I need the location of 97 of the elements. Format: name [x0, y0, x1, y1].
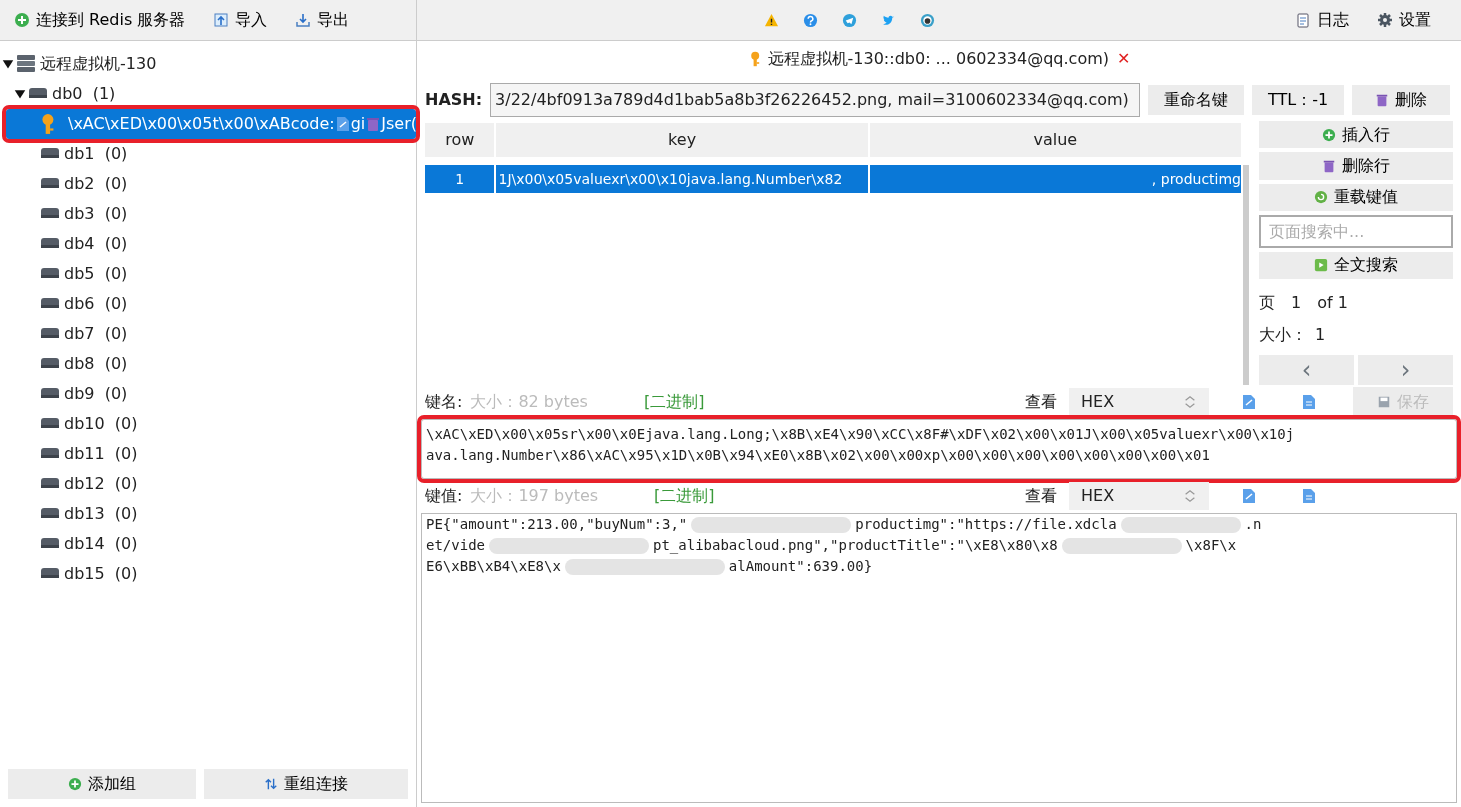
- table-cell: 1J\x00\x05valuexr\x00\x10java.lang.Number\x82: [496, 165, 870, 193]
- key-name-field[interactable]: 3/22/4bf0913a789d4d1bab5a8b3f26226452.png, mail=3100602334@qq.com): [490, 83, 1141, 117]
- code-line: ava.lang.Number\x86\xAC\x95\x1D\x0B\x94\xE0\x8B\x02\x00\x00xp\x00\x00\x00\x00\x00\x00\x00\x01: [426, 446, 1211, 465]
- link-file-icon: [1241, 487, 1257, 505]
- document-icon: [1301, 487, 1317, 505]
- link-file-icon: [1241, 393, 1257, 411]
- export-icon: [295, 12, 312, 28]
- add-icon: [14, 12, 30, 28]
- close-icon[interactable]: ✕: [1117, 47, 1131, 71]
- swap-arrows-icon: [264, 777, 278, 791]
- scrollbar[interactable]: [1243, 165, 1249, 385]
- size-value: 1: [1315, 324, 1326, 346]
- full-text-search-button[interactable]: 全文搜索: [1259, 251, 1453, 279]
- document-icon: [1301, 393, 1317, 411]
- key-type-label: HASH:: [425, 89, 483, 111]
- code-fragment: et/vide: [426, 536, 485, 555]
- value-editor[interactable]: PE{"amount":213.00,"buyNum":3," productimg":"https://file.xdcla .n et/vide pt_alibabacloud.png","productTitle":"\xE8\x80\x8 \x8F\x E6\xBB\xB4\xE8\x alAmount":639.00}: [421, 513, 1457, 803]
- trash-icon: [1322, 158, 1336, 173]
- connection-name[interactable]: 远程虚拟机-130: [40, 52, 157, 76]
- database-name[interactable]: db11 (0): [64, 442, 138, 466]
- database-name[interactable]: db3 (0): [64, 202, 128, 226]
- settings-button[interactable]: 设置: [1363, 8, 1445, 32]
- database-name[interactable]: db6 (0): [64, 292, 128, 316]
- spin-arrows-icon: [1183, 488, 1197, 504]
- add-icon: [1322, 127, 1336, 142]
- clipboard-icon: [1295, 12, 1311, 28]
- expand-arrow-icon[interactable]: [14, 88, 26, 100]
- format-dropdown[interactable]: HEX: [1069, 482, 1209, 510]
- database-name[interactable]: db7 (0): [64, 322, 128, 346]
- add-group-button[interactable]: 添加组: [8, 769, 196, 799]
- size-label: 大小：: [1259, 324, 1307, 346]
- view-label: 查看: [1025, 391, 1057, 413]
- search-field[interactable]: 页面搜索中...: [1259, 214, 1453, 248]
- delete-row-button[interactable]: 删除行: [1259, 152, 1453, 180]
- code-fragment: E6\xBB\xB4\xE8\x: [426, 557, 561, 576]
- expand-arrow-icon[interactable]: [2, 58, 14, 70]
- database-name[interactable]: db15 (0): [64, 562, 138, 586]
- add-icon: [68, 777, 82, 791]
- export-button[interactable]: 导出: [281, 8, 364, 32]
- database-name[interactable]: db10 (0): [64, 412, 138, 436]
- page-total: of 1: [1317, 292, 1348, 314]
- database-name[interactable]: db0 (1): [52, 82, 116, 106]
- code-fragment: productimg":"https://file.xdcla: [855, 515, 1117, 534]
- code-fragment: \x8F\x: [1185, 536, 1237, 555]
- size-text: 大小：197 bytes: [470, 485, 599, 507]
- page-number: 1: [1291, 292, 1302, 314]
- database-name[interactable]: db8 (0): [64, 352, 128, 376]
- database-name[interactable]: db2 (0): [64, 172, 128, 196]
- ttl-button[interactable]: TTL：-1: [1252, 85, 1345, 115]
- binary-tag: [二进制]: [654, 484, 715, 508]
- settings-icon: [1377, 12, 1393, 28]
- table-cell: , productimg: [869, 165, 1243, 193]
- reload-button[interactable]: 重载键值: [1259, 183, 1453, 211]
- editor-label: 键值:: [425, 485, 463, 507]
- reload-icon: [1314, 190, 1328, 205]
- code-fragment: alAmount":639.00}: [728, 557, 873, 576]
- code-line: \xAC\xED\x00\x05sr\x00\x0Ejava.lang.Long;\x8B\xE4\x90\xCC\x8F#\xDF\x02\x00\x01J\x00\x05valuexr\x00\x10j: [426, 425, 1296, 444]
- reconnect-button[interactable]: 重组连接: [204, 769, 408, 799]
- size-text: 大小：82 bytes: [470, 391, 588, 413]
- import-icon: [213, 12, 230, 28]
- save-icon: [1377, 395, 1391, 409]
- code-fragment: PE{"amount":213.00,"buyNum":3,": [426, 515, 688, 534]
- database-name[interactable]: db5 (0): [64, 262, 128, 286]
- server-icon: [16, 54, 36, 74]
- log-button[interactable]: 日志: [1281, 8, 1363, 32]
- import-button[interactable]: 导入: [199, 8, 282, 32]
- code-fragment: pt_alibabacloud.png","productTitle":"\xE8\x80\x8: [653, 536, 1058, 556]
- code-fragment: .n: [1244, 515, 1262, 534]
- spin-arrows-icon: [1183, 394, 1197, 410]
- database-name[interactable]: db14 (0): [64, 532, 138, 556]
- database-name[interactable]: db4 (0): [64, 232, 128, 256]
- warning-icon[interactable]: [763, 12, 779, 28]
- database-name[interactable]: db9 (0): [64, 382, 128, 406]
- rename-button[interactable]: 重命名键: [1148, 85, 1245, 115]
- editor-label: 键名:: [425, 391, 463, 413]
- column-header[interactable]: row: [425, 123, 497, 157]
- next-page-button[interactable]: ›: [1358, 355, 1453, 385]
- link-file-icon: [334, 114, 351, 134]
- column-header[interactable]: key: [496, 123, 870, 157]
- column-header[interactable]: value: [869, 123, 1243, 157]
- paper-plane-icon[interactable]: [841, 12, 857, 28]
- format-dropdown[interactable]: HEX: [1069, 388, 1209, 416]
- database-name[interactable]: db13 (0): [64, 502, 138, 526]
- delete-button[interactable]: 删除: [1352, 85, 1451, 115]
- page-label: 页: [1259, 292, 1275, 314]
- database-name[interactable]: db12 (0): [64, 472, 138, 496]
- insert-row-button[interactable]: 插入行: [1259, 121, 1453, 149]
- trash-icon: [1375, 92, 1390, 108]
- binary-tag: [二进制]: [643, 390, 705, 414]
- previous-page-button[interactable]: ‹: [1259, 355, 1354, 385]
- view-label: 查看: [1025, 485, 1057, 507]
- key-tab[interactable]: 远程虚拟机-130::db0: ... 0602334@qq.com) ✕: [747, 47, 1131, 71]
- table-cell: 1: [425, 165, 497, 193]
- play-icon: [1314, 258, 1328, 273]
- connect-button[interactable]: 连接到 Redis 服务器: [0, 8, 200, 32]
- database-name[interactable]: db1 (0): [64, 142, 128, 166]
- help-icon[interactable]: [802, 12, 818, 28]
